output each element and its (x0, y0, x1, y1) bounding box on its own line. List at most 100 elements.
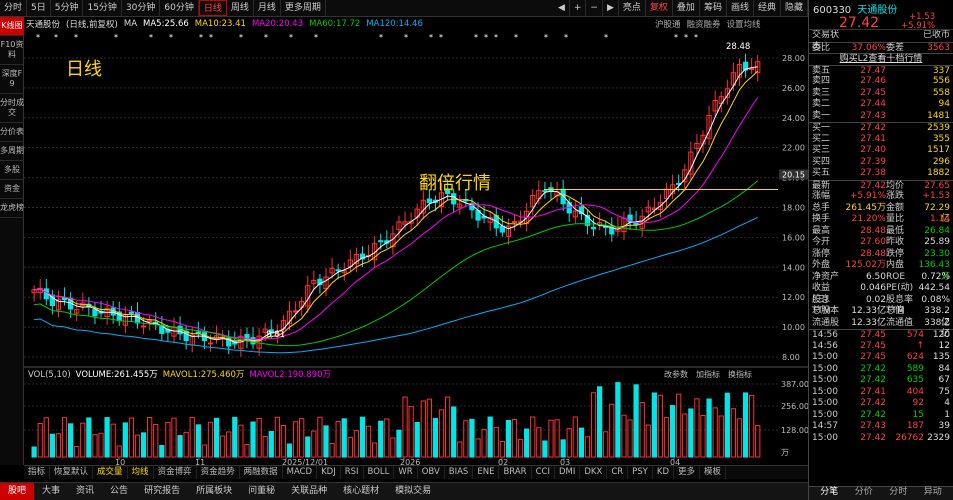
bottom-tab-7[interactable]: 关联品种 (283, 483, 335, 500)
period-2[interactable]: 5分钟 (51, 0, 84, 16)
event-star[interactable]: * (36, 33, 40, 42)
vol-btn-0[interactable]: 改参数 (664, 369, 688, 379)
panel-tab-0[interactable]: 分笔 (812, 487, 847, 500)
event-star[interactable]: * (429, 33, 433, 42)
indicator-8[interactable]: KDJ (317, 466, 341, 479)
sidebar-item-0[interactable]: K线图 (0, 17, 24, 36)
sidebar-item-5[interactable]: 多周期 (0, 142, 24, 161)
indicator-13[interactable]: BIAS (445, 466, 474, 479)
event-star[interactable]: * (239, 33, 243, 42)
period-6[interactable]: 日线 (198, 0, 227, 16)
panel-tab-3[interactable]: 异动 (916, 487, 951, 500)
bottom-tab-9[interactable]: 模拟交易 (387, 483, 439, 500)
indicator-3[interactable]: 均线 (128, 466, 154, 479)
event-star[interactable]: * (514, 33, 518, 42)
event-star[interactable]: * (494, 33, 498, 42)
event-star[interactable]: * (314, 33, 318, 42)
panel-tab-2[interactable]: 分时 (881, 487, 916, 500)
event-star[interactable]: * (604, 33, 608, 42)
sidebar-item-6[interactable]: 多股 (0, 161, 24, 180)
period-1[interactable]: 5日 (27, 0, 51, 16)
link-hsgt[interactable]: 沪股通 (655, 18, 681, 30)
sidebar-item-4[interactable]: 分价表 (0, 123, 24, 142)
event-star[interactable]: * (209, 33, 213, 42)
event-star[interactable]: * (54, 33, 58, 42)
indicator-16[interactable]: CCI (532, 466, 555, 479)
indicator-15[interactable]: BRAR (499, 466, 532, 479)
event-star[interactable]: * (264, 33, 268, 42)
indicator-23[interactable]: 模板 (700, 466, 727, 479)
sidebar-item-8[interactable]: 龙虎榜 (0, 199, 24, 218)
event-star[interactable]: * (289, 33, 293, 42)
zoom-out-icon[interactable]: − (586, 0, 603, 16)
bottom-tab-1[interactable]: 大事 (34, 483, 68, 500)
tool-2[interactable]: 叠加 (673, 0, 700, 16)
tool-4[interactable]: 画线 (727, 0, 754, 16)
period-0[interactable]: 分时 (0, 0, 28, 16)
sidebar-item-2[interactable]: 深度F9 (0, 65, 24, 94)
event-star[interactable]: * (439, 33, 443, 42)
bottom-tab-3[interactable]: 公告 (102, 483, 136, 500)
l2-link[interactable]: 购买L2查看十档行情 (809, 53, 953, 65)
indicator-22[interactable]: 更多 (674, 466, 701, 479)
zoom-in-icon[interactable]: + (570, 0, 587, 16)
sidebar-item-3[interactable]: 分时成交 (0, 94, 24, 123)
vol-btn-2[interactable]: 换指标 (728, 369, 752, 379)
indicator-12[interactable]: OBV (418, 466, 445, 479)
indicator-6[interactable]: 两融数据 (240, 466, 283, 479)
tool-0[interactable]: 亮点 (619, 0, 646, 16)
indicator-5[interactable]: 资金趋势 (197, 466, 240, 479)
link-margin[interactable]: 融资融券 (687, 18, 721, 30)
bottom-tab-2[interactable]: 资讯 (68, 483, 102, 500)
tool-6[interactable]: 隐藏 (781, 0, 808, 16)
indicator-19[interactable]: CR (607, 466, 629, 479)
indicator-0[interactable]: 指标 (24, 466, 51, 479)
event-star[interactable]: * (169, 33, 173, 42)
indicator-9[interactable]: RSI (341, 466, 364, 479)
period-9[interactable]: 更多周期 (281, 0, 326, 16)
period-3[interactable]: 15分钟 (83, 0, 122, 16)
bottom-tab-5[interactable]: 所属板块 (188, 483, 240, 500)
event-star[interactable]: * (694, 33, 698, 42)
event-star[interactable]: * (199, 33, 203, 42)
link-ma-settings[interactable]: 设置均线 (727, 18, 761, 30)
period-8[interactable]: 月线 (254, 0, 281, 16)
event-star[interactable]: * (684, 33, 688, 42)
period-5[interactable]: 60分钟 (160, 0, 199, 16)
indicator-18[interactable]: DKX (580, 466, 608, 479)
tool-1[interactable]: 复权 (646, 0, 673, 16)
event-star[interactable]: * (114, 33, 118, 42)
event-star[interactable]: * (544, 33, 548, 42)
sidebar-item-1[interactable]: F10资料 (0, 36, 24, 65)
indicator-17[interactable]: DMI (555, 466, 581, 479)
indicator-10[interactable]: BOLL (364, 466, 395, 479)
indicator-11[interactable]: WR (394, 466, 418, 479)
prev-icon[interactable]: ◀ (554, 0, 570, 16)
event-star[interactable]: * (674, 33, 678, 42)
event-star[interactable]: * (474, 33, 478, 42)
indicator-7[interactable]: MACD (283, 466, 318, 479)
period-4[interactable]: 30分钟 (122, 0, 161, 16)
event-star[interactable]: * (379, 33, 383, 42)
indicator-2[interactable]: 成交量 (93, 466, 128, 479)
event-star[interactable]: * (564, 33, 568, 42)
event-star[interactable]: * (74, 33, 78, 42)
indicator-4[interactable]: 资金博弈 (154, 466, 197, 479)
indicator-20[interactable]: PSY (628, 466, 653, 479)
panel-tab-1[interactable]: 分价 (847, 487, 882, 500)
sidebar-item-7[interactable]: 资金 (0, 180, 24, 199)
bottom-tab-6[interactable]: 问董秘 (240, 483, 283, 500)
period-7[interactable]: 周线 (227, 0, 254, 16)
vol-btn-1[interactable]: 加指标 (696, 369, 720, 379)
next-icon[interactable]: ▶ (603, 0, 619, 16)
kline-chart[interactable]: 28.0026.0024.0022.0020.0018.0016.0014.00… (24, 17, 808, 465)
bottom-tab-0[interactable]: 股吧 (0, 483, 35, 500)
event-star[interactable]: * (404, 33, 408, 42)
bottom-tab-8[interactable]: 核心题材 (335, 483, 387, 500)
event-star[interactable]: * (484, 33, 488, 42)
indicator-1[interactable]: 恢复默认 (50, 466, 94, 479)
indicator-21[interactable]: KD (653, 466, 674, 479)
tool-3[interactable]: 筹码 (700, 0, 727, 16)
tool-5[interactable]: 经典 (754, 0, 781, 16)
indicator-14[interactable]: ENE (473, 466, 500, 479)
